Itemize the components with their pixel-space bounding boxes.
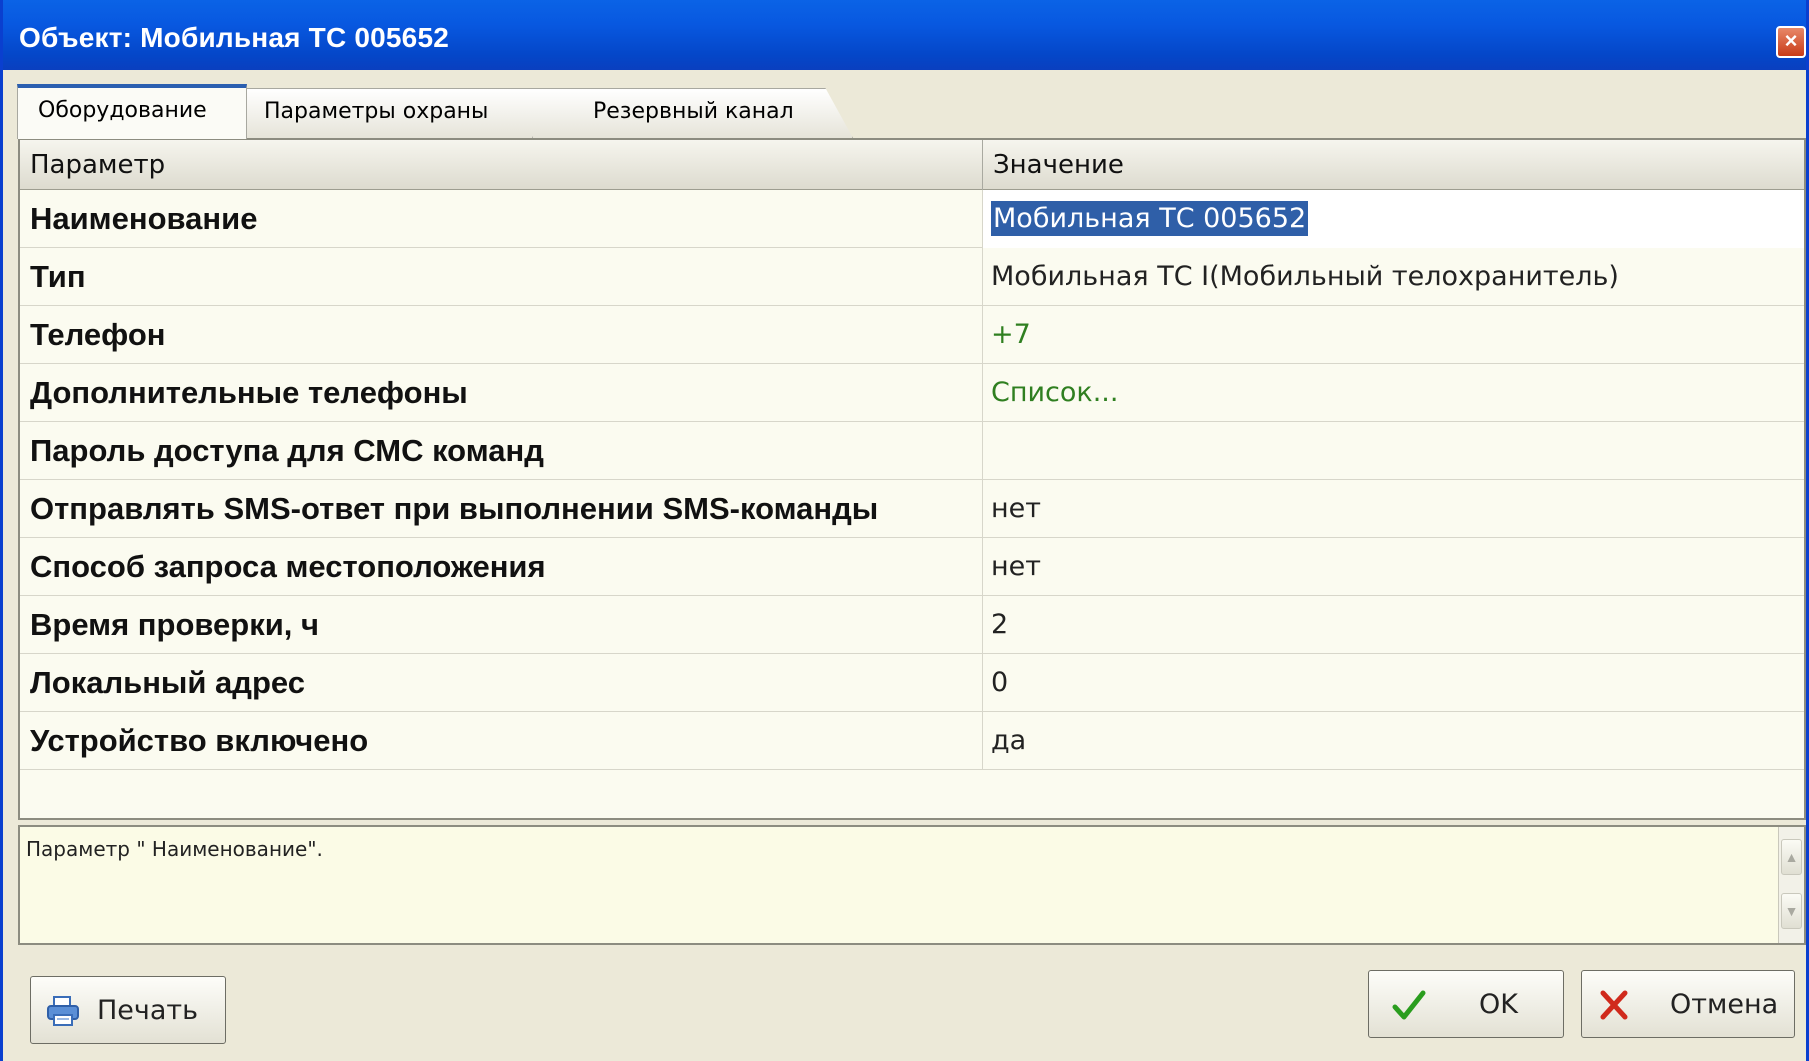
param-value[interactable]: Список... — [983, 364, 1804, 422]
close-icon: × — [1784, 28, 1798, 53]
param-value-field[interactable]: Мобильная ТС 005652 — [983, 190, 1804, 248]
column-header-value[interactable]: Значение — [983, 140, 1804, 190]
table-row[interactable]: Время проверки, ч 2 — [20, 596, 1804, 654]
tab-label: Оборудование — [38, 98, 207, 123]
param-name: Дополнительные телефоны — [20, 364, 983, 422]
param-name: Тип — [20, 248, 983, 306]
grid-header: Параметр Значение — [20, 140, 1804, 190]
chevron-down-icon: ▼ — [1784, 903, 1799, 919]
tab-reserve-channel[interactable]: Резервный канал — [508, 88, 853, 138]
checkmark-icon — [1392, 990, 1426, 1020]
cancel-button[interactable]: Отмена — [1581, 970, 1795, 1038]
param-value[interactable]: нет — [983, 480, 1804, 538]
table-row[interactable]: Устройство включено да — [20, 712, 1804, 770]
param-name: Пароль доступа для СМС команд — [20, 422, 983, 480]
print-button-label: Печать — [97, 995, 199, 1026]
dialog-window: Объект: Мобильная ТС 005652 × Оборудован… — [0, 0, 1809, 1061]
cross-icon — [1600, 990, 1628, 1020]
param-name: Время проверки, ч — [20, 596, 983, 654]
column-header-param[interactable]: Параметр — [20, 140, 983, 190]
param-value[interactable]: Мобильная ТС I(Мобильный телохранитель) — [983, 248, 1804, 306]
description-panel: Параметр " Наименование". ▲ ▼ — [18, 825, 1806, 945]
param-name: Отправлять SMS-ответ при выполнении SMS-… — [20, 480, 983, 538]
param-value[interactable]: да — [983, 712, 1804, 770]
table-row[interactable]: Способ запроса местоположения нет — [20, 538, 1804, 596]
param-value[interactable]: 0 — [983, 654, 1804, 712]
scroll-up-button[interactable]: ▲ — [1781, 839, 1802, 875]
description-scrollbar[interactable]: ▲ ▼ — [1778, 827, 1804, 943]
tab-guard-parameters[interactable]: Параметры охраны — [243, 88, 533, 138]
chevron-up-icon: ▲ — [1784, 849, 1799, 865]
param-name: Локальный адрес — [20, 654, 983, 712]
printer-icon — [47, 996, 79, 1026]
table-row[interactable]: Дополнительные телефоны Список... — [20, 364, 1804, 422]
table-row[interactable]: Наименование Мобильная ТС 005652 — [20, 190, 1804, 248]
tab-label: Параметры охраны — [264, 99, 489, 124]
param-name: Способ запроса местоположения — [20, 538, 983, 596]
button-bar: Печать OK Отмена — [3, 948, 1806, 1061]
window-title: Объект: Мобильная ТС 005652 — [19, 22, 449, 53]
scroll-down-button[interactable]: ▼ — [1781, 893, 1802, 929]
table-row[interactable]: Отправлять SMS-ответ при выполнении SMS-… — [20, 480, 1804, 538]
parameters-grid: Параметр Значение Наименование Мобильная… — [18, 138, 1806, 820]
selected-value: Мобильная ТС 005652 — [991, 201, 1309, 236]
table-row[interactable]: Локальный адрес 0 — [20, 654, 1804, 712]
param-name: Устройство включено — [20, 712, 983, 770]
tab-strip: Оборудование Параметры охраны Резервный … — [3, 70, 1806, 139]
close-button[interactable]: × — [1776, 26, 1806, 58]
tab-equipment[interactable]: Оборудование — [17, 84, 247, 139]
param-value[interactable]: 2 — [983, 596, 1804, 654]
title-bar[interactable]: Объект: Мобильная ТС 005652 × — [3, 0, 1806, 70]
table-row[interactable]: Телефон +7 — [20, 306, 1804, 364]
print-button[interactable]: Печать — [30, 976, 226, 1044]
tab-label: Резервный канал — [593, 99, 794, 124]
table-row[interactable]: Пароль доступа для СМС команд — [20, 422, 1804, 480]
table-row[interactable]: Тип Мобильная ТС I(Мобильный телохраните… — [20, 248, 1804, 306]
ok-button[interactable]: OK — [1368, 970, 1564, 1038]
param-value[interactable]: +7 — [983, 306, 1804, 364]
param-name: Наименование — [20, 190, 983, 248]
param-name: Телефон — [20, 306, 983, 364]
param-value[interactable] — [983, 422, 1804, 480]
param-value[interactable]: нет — [983, 538, 1804, 596]
cancel-button-label: Отмена — [1670, 989, 1779, 1020]
ok-button-label: OK — [1479, 989, 1518, 1020]
description-text: Параметр " Наименование". — [26, 837, 323, 861]
